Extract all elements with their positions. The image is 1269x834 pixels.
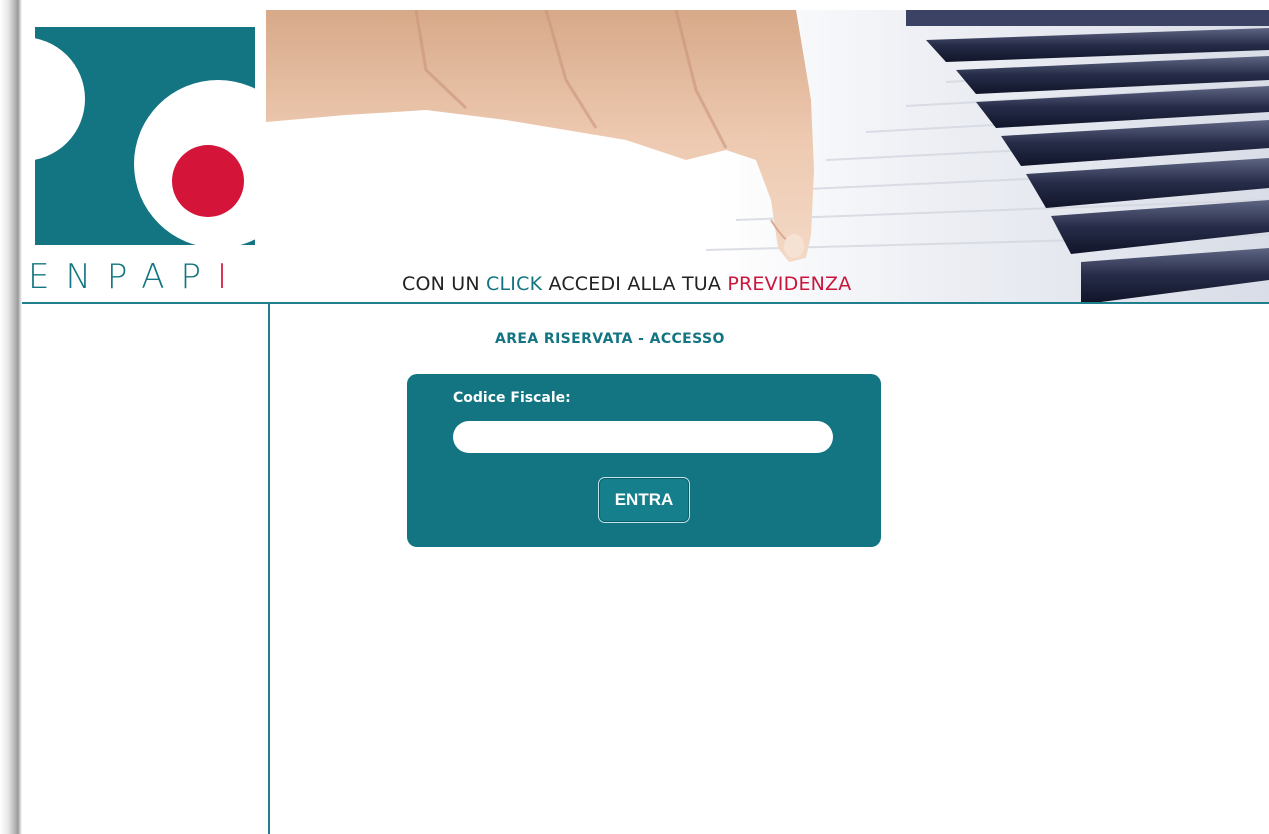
page-title: AREA RISERVATA - ACCESSO <box>495 331 725 347</box>
site-header: ENPAPI CON UN CLICK ACCEDI ALLA TUA PREV… <box>22 10 1269 302</box>
codice-fiscale-label: Codice Fiscale: <box>453 390 571 406</box>
enpapi-logo-mark <box>35 27 255 245</box>
banner-tagline: CON UN CLICK ACCEDI ALLA TUA PREVIDENZA <box>402 273 852 295</box>
entra-button[interactable]: ENTRA <box>598 477 690 523</box>
window-edge-shadow <box>0 0 22 834</box>
sidebar-divider <box>268 304 270 834</box>
banner-hand-piano-image <box>266 10 1269 302</box>
enpapi-wordmark: ENPAPI <box>28 257 228 297</box>
left-sidebar <box>22 304 268 834</box>
login-form: Codice Fiscale: ENTRA <box>407 374 881 547</box>
codice-fiscale-input[interactable] <box>453 421 833 453</box>
